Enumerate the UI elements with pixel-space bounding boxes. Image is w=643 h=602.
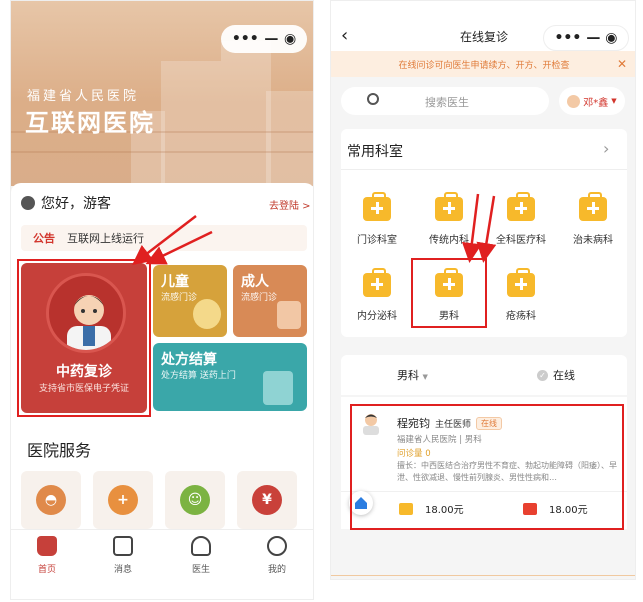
dept-preventive[interactable]: 治未病科: [557, 192, 629, 246]
dept-outpatient[interactable]: 门诊科室: [341, 192, 413, 246]
online-filter[interactable]: ✓ 在线: [537, 367, 575, 383]
tab-messages[interactable]: 消息: [93, 536, 153, 575]
departments-title: 常用科室: [347, 144, 403, 160]
dept-label: 内分泌科: [357, 311, 397, 322]
highlight-box-doctor: [350, 404, 624, 530]
dept-internal[interactable]: 传统内科: [413, 192, 485, 246]
greeting: 您好，游客: [21, 193, 111, 213]
dept-label: 传统内科: [429, 235, 469, 246]
child-illustration-icon: [193, 299, 221, 329]
minimize-icon[interactable]: —: [264, 31, 278, 47]
children-title: 儿童: [161, 274, 189, 290]
more-icon[interactable]: •••: [554, 30, 581, 46]
user-name: 邓*鑫: [583, 97, 609, 109]
medicine-bottle-icon: [263, 371, 293, 405]
dept-filter[interactable]: 男科 ▼: [397, 367, 428, 383]
close-icon[interactable]: ✕: [617, 57, 627, 71]
greeting-text: 您好，游客: [41, 196, 111, 212]
notice-tag: 公告: [33, 232, 55, 245]
adult-tile[interactable]: 成人 流感门诊: [233, 265, 307, 337]
children-tile[interactable]: 儿童 流感门诊: [153, 265, 227, 337]
tab-profile-label: 我的: [267, 565, 286, 575]
prescription-title: 处方结算: [161, 352, 217, 368]
dept-label: 全科医疗科: [496, 235, 546, 246]
wallet-icon: ¥: [252, 485, 282, 515]
medical-bag-icon: [435, 192, 463, 221]
home-screen: 福建省人民医院 互联网医院 ••• — ◉ 您好，游客 去登陆 > 公告 互联网…: [10, 0, 314, 600]
dept-endocrine[interactable]: 内分泌科: [341, 268, 413, 322]
banner-text: 在线问诊可向医生申请续方、开方、开检查: [398, 60, 570, 71]
medical-bag-icon: [363, 268, 391, 297]
doctor-icon: [191, 536, 211, 556]
service-item[interactable]: +: [93, 471, 153, 529]
close-target-icon[interactable]: ◉: [284, 31, 296, 47]
more-icon[interactable]: •••: [232, 31, 259, 47]
hospital-name: 福建省人民医院: [27, 89, 140, 104]
divider: [341, 169, 627, 170]
tab-bar: 首页 消息 医生 我的: [11, 529, 313, 599]
service-item[interactable]: ☺: [165, 471, 225, 529]
dept-filter-label: 男科: [397, 369, 419, 382]
online-filter-label: 在线: [553, 369, 575, 382]
chevron-down-icon: ▼: [611, 97, 617, 105]
tab-doctors-label: 医生: [191, 565, 210, 575]
dept-label: 门诊科室: [357, 235, 397, 246]
service-item[interactable]: ¥: [237, 471, 297, 529]
bottom-divider: [331, 575, 635, 576]
filter-bar: 男科 ▼ ✓ 在线: [341, 355, 627, 395]
chevron-right-icon[interactable]: ›: [603, 139, 609, 158]
medical-bag-icon: [363, 192, 391, 221]
user-avatar-icon: [21, 196, 35, 210]
dept-general[interactable]: 全科医疗科: [485, 192, 557, 246]
adult-title: 成人: [241, 274, 269, 290]
chevron-down-icon: ▼: [422, 373, 428, 381]
user-avatar-icon: [567, 94, 581, 108]
user-switch[interactable]: 邓*鑫 ▼: [559, 87, 625, 115]
prescription-tile[interactable]: 处方结算 处方结算 送药上门: [153, 343, 307, 411]
service-item[interactable]: ◓: [21, 471, 81, 529]
children-subtitle: 流感门诊: [161, 293, 198, 303]
dept-sore[interactable]: 疮疡科: [485, 268, 557, 322]
hospital-title: 互联网医院: [25, 109, 155, 137]
services-title: 医院服务: [27, 441, 92, 460]
search-input[interactable]: 搜索医生: [341, 87, 549, 115]
profile-icon: [267, 536, 287, 556]
highlight-box-andrology: [411, 258, 487, 328]
clipboard-icon: +: [108, 485, 138, 515]
medical-bag-icon: [579, 192, 607, 221]
close-target-icon[interactable]: ◉: [605, 30, 617, 46]
notice-bar[interactable]: 公告 互联网上线运行: [21, 225, 307, 251]
minimize-icon[interactable]: —: [586, 30, 600, 46]
miniapp-capsule: ••• — ◉: [543, 25, 629, 51]
message-icon: [113, 536, 133, 556]
medical-bag-icon: [507, 192, 535, 221]
adult-illustration-icon: [277, 301, 301, 329]
highlight-box-tcm: [17, 259, 151, 417]
home-icon: [37, 536, 57, 556]
info-banner: 在线问诊可向医生申请续方、开方、开检查 ✕: [331, 51, 635, 77]
tab-home-label: 首页: [37, 565, 56, 575]
notice-text: 互联网上线运行: [67, 232, 144, 245]
search-icon: [367, 93, 379, 105]
tab-messages-label: 消息: [113, 565, 132, 575]
dept-label: 治未病科: [573, 235, 613, 246]
login-link[interactable]: 去登陆 >: [269, 197, 311, 212]
search-placeholder: 搜索医生: [425, 96, 469, 109]
robot-icon: ☺: [180, 485, 210, 515]
bowl-icon: ◓: [36, 485, 66, 515]
dept-label: 疮疡科: [506, 311, 536, 322]
tab-home[interactable]: 首页: [17, 536, 77, 575]
adult-subtitle: 流感门诊: [241, 293, 278, 303]
medical-bag-icon: [507, 268, 535, 297]
tab-doctors[interactable]: 医生: [171, 536, 231, 575]
prescription-subtitle: 处方结算 送药上门: [161, 371, 236, 381]
miniapp-capsule: ••• — ◉: [221, 25, 307, 53]
tab-profile[interactable]: 我的: [247, 536, 307, 575]
check-icon: ✓: [537, 369, 548, 381]
